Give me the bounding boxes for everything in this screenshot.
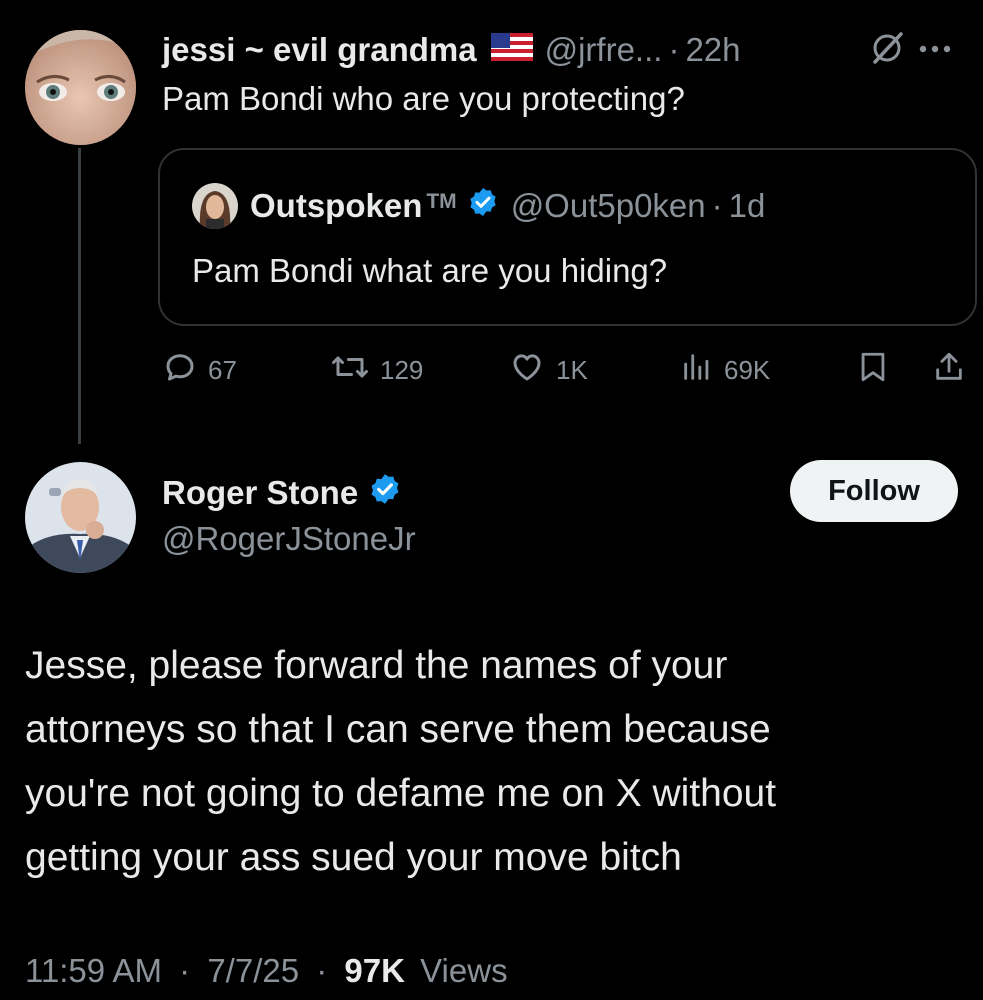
verified-badge-icon [368,472,402,514]
author-name[interactable]: jessi ~ evil grandma [162,31,477,69]
repost-button[interactable]: 129 [330,342,423,398]
tweet-text-line: attorneys so that I can serve them becau… [25,708,771,751]
thread-connector-line [78,148,81,444]
separator-dot: · [179,952,191,989]
like-button[interactable]: 1K [508,342,588,398]
repost-icon [330,349,370,392]
separator-dot: · [668,31,680,68]
more-options-icon[interactable] [918,41,952,59]
reply-icon [162,349,198,392]
grok-icon[interactable] [870,31,904,70]
tweet-view-count: 97K [344,952,405,989]
share-button[interactable] [932,342,966,398]
us-flag-icon [490,31,533,69]
like-count: 1K [556,354,588,385]
main-author-handle[interactable]: @RogerJStoneJr [162,520,416,558]
tweet-action-bar: 67 129 1K 69K [0,342,983,398]
verified-badge-icon [467,186,499,226]
avatar[interactable] [25,30,136,145]
trademark-mark: TM [426,190,457,213]
tweet-text-line: you're not going to defame me on X witho… [25,772,777,815]
reply-tweet-text: Pam Bondi who are you protecting? [162,80,685,117]
separator-dot: · [711,187,723,224]
heart-icon [508,349,546,392]
tweet-text-line: Jesse, please forward the names of your [25,644,728,687]
quoted-tweet-header: Outspoken TM @Out5p0ken · 1d [192,183,766,229]
bookmark-button[interactable] [856,342,890,398]
bookmark-icon [856,349,890,392]
quoted-tweet-text: Pam Bondi what are you hiding? [192,252,668,289]
quoted-tweet-time: 1d [728,187,766,224]
reply-tweet-header: jessi ~ evil grandma @jrfre... · 22h [162,28,741,72]
tweet-date[interactable]: 7/7/25 [207,952,299,989]
repost-count: 129 [380,354,424,385]
quoted-tweet-card[interactable]: Outspoken TM @Out5p0ken · 1d Pam Bondi w… [158,148,977,326]
share-icon [932,349,966,392]
main-author-name[interactable]: Roger Stone [162,474,358,512]
avatar[interactable] [25,462,136,573]
reply-count: 67 [208,354,237,385]
tweet-text-line: getting your ass sued your move bitch [25,836,682,879]
quoted-author-name: Outspoken [250,187,423,224]
views-label: Views [420,952,508,989]
reply-tweet-header-icons [870,28,952,72]
quoted-author-handle: @Out5p0ken [510,187,706,224]
author-handle[interactable]: @jrfre... [545,31,663,69]
reply-button[interactable]: 67 [162,342,237,398]
tweet-metadata: 11:59 AM · 7/7/25 · 97K Views [25,952,508,990]
view-count: 69K [724,354,771,385]
views-button[interactable]: 69K [680,342,770,398]
separator-dot: · [316,952,328,989]
follow-button[interactable]: Follow [790,460,958,522]
analytics-icon [680,350,714,391]
avatar [192,183,238,229]
main-author-row: Roger Stone [162,472,414,514]
tweet-time[interactable]: 22h [685,31,740,69]
tweet-time[interactable]: 11:59 AM [25,952,162,989]
